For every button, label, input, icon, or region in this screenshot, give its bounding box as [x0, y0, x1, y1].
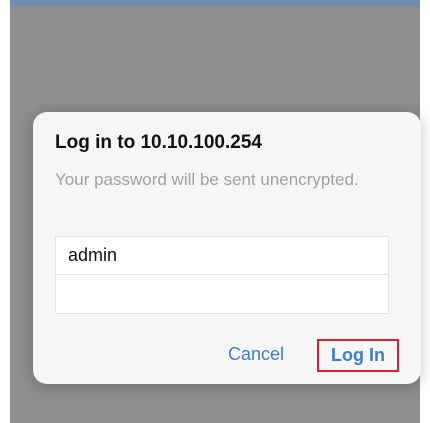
username-field[interactable]	[55, 236, 389, 275]
password-field[interactable]	[55, 275, 389, 314]
dimmed-background: Log in to 10.10.100.254 Your password wi…	[10, 0, 421, 423]
login-button[interactable]: Log In	[317, 339, 399, 372]
login-dialog: Log in to 10.10.100.254 Your password wi…	[33, 112, 421, 384]
top-edge-strip	[10, 0, 420, 6]
dialog-title: Log in to 10.10.100.254	[55, 132, 262, 153]
dialog-message: Your password will be sent unencrypted.	[55, 170, 359, 189]
cancel-button[interactable]: Cancel	[228, 344, 284, 365]
